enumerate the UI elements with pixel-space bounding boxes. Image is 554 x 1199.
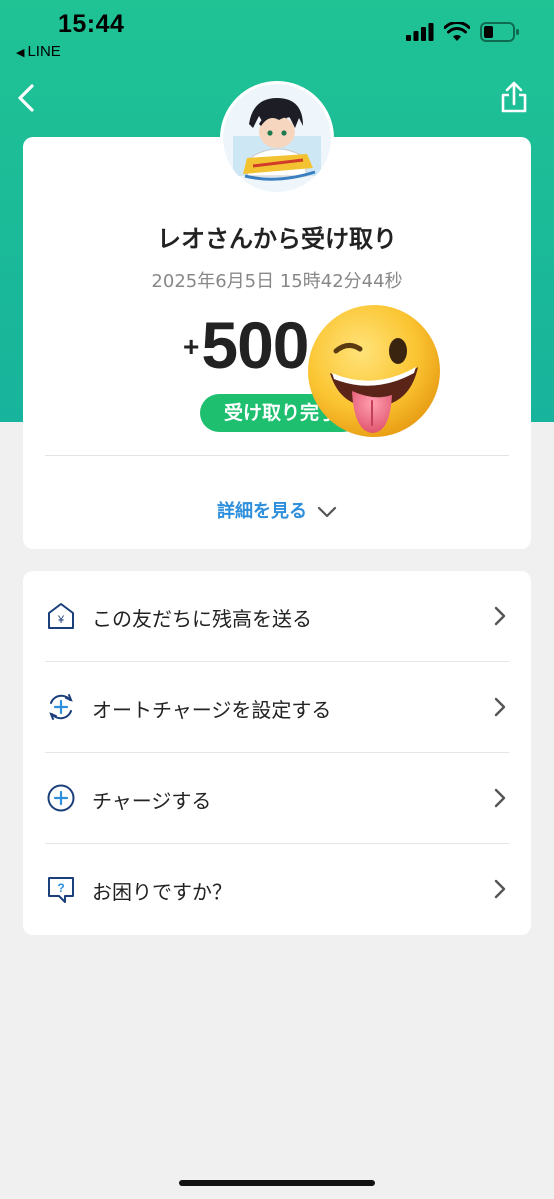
menu-item-send-balance[interactable]: ¥ この友だちに残高を送る: [23, 571, 531, 662]
back-app-label: LINE: [27, 43, 61, 60]
back-triangle-icon: ◀: [16, 47, 25, 59]
back-to-app-link[interactable]: ◀ LINE: [16, 43, 61, 60]
chevron-down-icon: [317, 506, 337, 518]
status-bar: 15:44 ◀ LINE: [0, 0, 554, 70]
menu-item-auto-charge[interactable]: オートチャージを設定する: [23, 662, 531, 753]
winking-tongue-emoji-icon: [308, 305, 440, 437]
share-button[interactable]: [496, 78, 532, 118]
transaction-title: レオさんから受け取り: [157, 225, 397, 253]
svg-text:?: ?: [57, 881, 64, 895]
back-button[interactable]: [12, 78, 42, 118]
menu-item-label: お困りですか？: [92, 880, 232, 904]
menu-item-label: チャージする: [92, 789, 212, 813]
share-icon: [501, 81, 527, 113]
menu-item-label: オートチャージを設定する: [92, 698, 332, 722]
send-yen-icon: ¥: [48, 603, 74, 629]
transaction-datetime: 2025年6月5日 15時42分44秒: [151, 271, 403, 292]
menu-item-label: この友だちに残高を送る: [92, 607, 312, 631]
wifi-icon: [444, 22, 470, 41]
auto-charge-icon: [49, 694, 73, 720]
signal-icon: [406, 23, 434, 41]
svg-text:¥: ¥: [57, 614, 65, 626]
battery-icon: [480, 22, 519, 42]
status-time: 15:44: [58, 10, 125, 38]
menu-item-charge[interactable]: チャージする: [23, 753, 531, 844]
charge-plus-icon: [47, 784, 75, 812]
chevron-left-icon: [18, 84, 34, 112]
status-icons: [406, 22, 520, 42]
transaction-amount: + 500: [183, 305, 309, 385]
transaction-card: レオさんから受け取り 2025年6月5日 15時42分44秒 + 500 受け取…: [23, 137, 531, 549]
chevron-right-icon: [494, 606, 506, 626]
amount-sign: +: [183, 331, 200, 362]
card-divider: [45, 455, 509, 456]
menu-item-help[interactable]: ? お困りですか？: [23, 844, 531, 935]
home-indicator: [179, 1180, 375, 1186]
chevron-right-icon: [494, 697, 506, 717]
sender-avatar: [220, 81, 334, 195]
details-label: 詳細を見る: [217, 501, 307, 522]
help-icon: ?: [48, 877, 74, 903]
details-toggle[interactable]: 詳細を見る: [23, 497, 531, 523]
chevron-right-icon: [494, 879, 506, 899]
chevron-right-icon: [494, 788, 506, 808]
menu-card: ¥ この友だちに残高を送る オートチャージを設定する チャージする ? お困りで…: [23, 571, 531, 935]
amount-value: 500: [201, 308, 309, 382]
